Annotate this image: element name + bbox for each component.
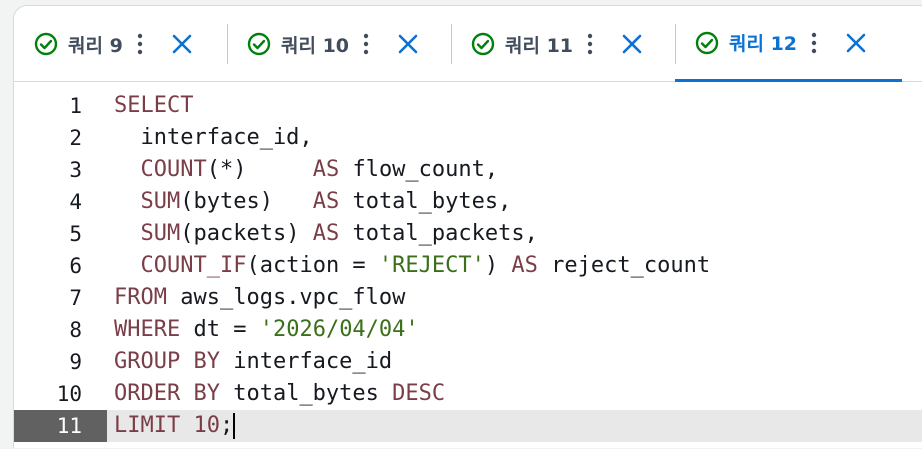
code-token-fn: COUNT (140, 157, 207, 182)
code-token: ) (484, 253, 512, 278)
code-token-num: 10 (193, 413, 220, 438)
sql-code-editor[interactable]: 1 SELECT 2 interface_id, 3 COUNT(*) AS flow… (14, 82, 922, 449)
code-text: GROUP BY interface_id (114, 346, 392, 378)
close-icon[interactable] (397, 33, 419, 55)
code-text: ORDER BY total_bytes DESC (114, 378, 445, 410)
code-token: (action = (246, 253, 379, 278)
more-vertical-icon[interactable] (137, 33, 143, 55)
code-text: interface_id, (114, 122, 313, 154)
code-token: (bytes) (180, 189, 313, 214)
code-token: flow_count, (339, 157, 499, 182)
query-editor-panel: 쿼리 9 쿼리 10 쿼리 11 쿼리 12 1 SELECT 2 interf… (13, 5, 922, 448)
code-token-kw: AS (312, 157, 340, 182)
check-circle-icon (247, 32, 271, 56)
code-token-kw: AS (312, 221, 340, 246)
code-token: reject_count (537, 253, 711, 278)
code-token: total_bytes (219, 381, 393, 406)
code-line[interactable]: 5 SUM(packets) AS total_packets, (14, 218, 922, 250)
code-token-kw: GROUP BY (114, 349, 220, 374)
code-token-kw: SELECT (114, 93, 194, 118)
code-text: SUM(bytes) AS total_bytes, (114, 186, 512, 218)
code-text: WHERE dt = '2026/04/04' (114, 314, 419, 346)
code-line[interactable]: 3 COUNT(*) AS flow_count, (14, 154, 922, 186)
code-token-str: '2026/04/04' (259, 317, 419, 342)
code-line[interactable]: 7 FROM aws_logs.vpc_flow (14, 282, 922, 314)
code-token-kw: AS (312, 189, 340, 214)
line-number: 7 (69, 286, 82, 310)
code-token: (packets) (180, 221, 313, 246)
tab-query-9[interactable]: 쿼리 9 (34, 6, 193, 82)
tab-label: 쿼리 12 (729, 33, 798, 55)
code-token: (*) (206, 157, 313, 182)
tab-label: 쿼리 10 (281, 34, 350, 57)
line-number: 11 (56, 414, 82, 438)
code-token-kw: DESC (392, 381, 446, 406)
line-number: 8 (69, 318, 82, 342)
tab-divider (227, 24, 228, 64)
code-text: LIMIT 10; (114, 410, 236, 442)
code-line[interactable]: 6 COUNT_IF(action = 'REJECT') AS reject_… (14, 250, 922, 282)
line-number: 2 (69, 126, 82, 150)
close-icon[interactable] (845, 32, 867, 54)
tab-label: 쿼리 9 (68, 34, 123, 57)
more-vertical-icon[interactable] (587, 33, 593, 55)
code-text: SUM(packets) AS total_packets, (114, 218, 538, 250)
code-token-kw: FROM (114, 285, 167, 310)
code-token-str: 'REJECT' (378, 253, 485, 278)
code-token-fn: COUNT_IF (140, 253, 247, 278)
code-token: total_bytes, (339, 189, 512, 214)
more-vertical-icon[interactable] (811, 32, 817, 54)
code-line[interactable]: 9 GROUP BY interface_id (14, 346, 922, 378)
more-vertical-icon[interactable] (363, 33, 369, 55)
code-token-fn: SUM (140, 189, 181, 214)
code-token: interface_id, (114, 125, 313, 150)
code-line[interactable]: 10 ORDER BY total_bytes DESC (14, 378, 922, 410)
close-icon[interactable] (621, 33, 643, 55)
code-line[interactable]: 1 SELECT (14, 90, 922, 122)
check-circle-icon (695, 31, 719, 54)
line-number: 10 (56, 382, 82, 406)
check-circle-icon (34, 32, 58, 56)
code-token-kw: WHERE (114, 317, 181, 342)
code-token-fn: SUM (140, 221, 181, 246)
text-cursor (233, 413, 236, 439)
line-number: 3 (69, 158, 82, 182)
code-token: ; (219, 413, 234, 438)
check-circle-icon (471, 32, 495, 56)
query-tab-bar: 쿼리 9 쿼리 10 쿼리 11 쿼리 12 (14, 6, 922, 82)
code-token: interface_id (219, 349, 393, 374)
line-number: 4 (69, 190, 82, 214)
code-text: COUNT_IF(action = 'REJECT') AS reject_co… (114, 250, 711, 282)
code-token-kw: LIMIT (114, 413, 181, 438)
tab-query-12[interactable]: 쿼리 12 (675, 6, 902, 82)
code-token: total_packets, (339, 221, 538, 246)
code-token: dt = (180, 317, 260, 342)
close-icon[interactable] (171, 33, 193, 55)
line-number: 6 (69, 254, 82, 278)
code-token: aws_logs.vpc_flow (166, 285, 406, 310)
tab-query-10[interactable]: 쿼리 10 (247, 6, 419, 82)
tab-query-11[interactable]: 쿼리 11 (471, 6, 643, 82)
code-text: SELECT (114, 90, 193, 122)
line-number: 1 (69, 94, 82, 118)
tab-divider (451, 24, 452, 64)
code-text: COUNT(*) AS flow_count, (114, 154, 499, 186)
code-line[interactable]: 4 SUM(bytes) AS total_bytes, (14, 186, 922, 218)
code-line[interactable]: 8 WHERE dt = '2026/04/04' (14, 314, 922, 346)
tab-label: 쿼리 11 (505, 34, 574, 57)
code-token-kw: AS (511, 253, 538, 278)
code-text: FROM aws_logs.vpc_flow (114, 282, 405, 314)
code-line[interactable]: 2 interface_id, (14, 122, 922, 154)
line-number: 5 (69, 222, 82, 246)
code-line[interactable]: 11 LIMIT 10; (14, 410, 922, 442)
line-number: 9 (69, 350, 82, 374)
code-token-kw: ORDER BY (114, 381, 220, 406)
